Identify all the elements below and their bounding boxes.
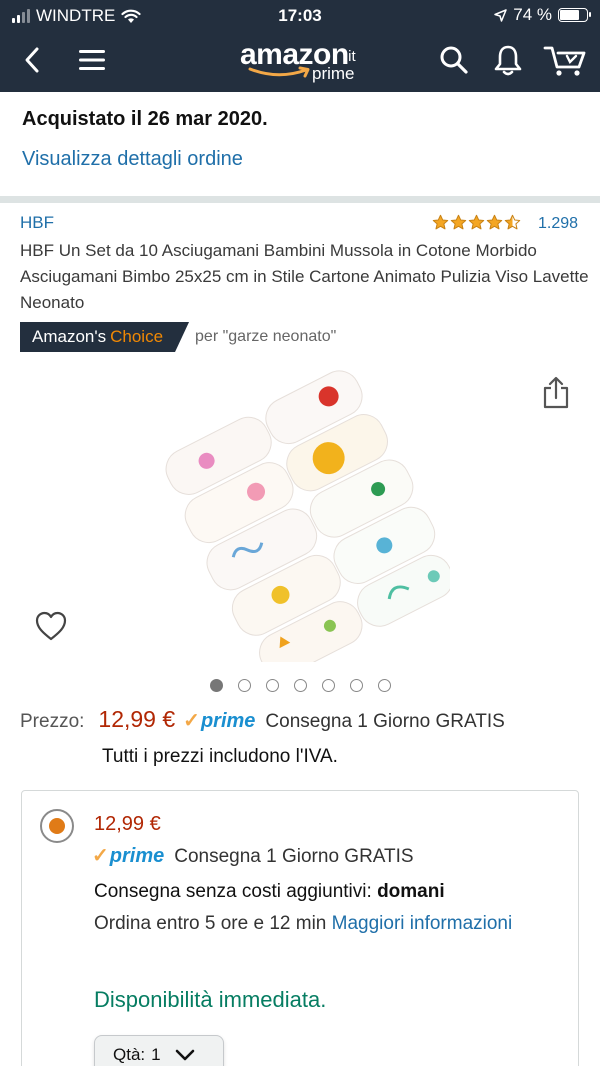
carrier-name: WINDTRE (36, 6, 116, 25)
offer-price: 12,99 € (94, 813, 161, 835)
prime-label: prime (109, 845, 165, 867)
status-bar: WINDTRE 17:03 74 % (0, 0, 600, 30)
towel-set-image (165, 370, 454, 677)
smile-arrow-icon (248, 66, 310, 78)
more-info-link[interactable]: Maggiori informazioni (332, 913, 513, 934)
battery-fill (560, 10, 580, 20)
buy-box: 12,99 € ✓ prime Consegna 1 Giorno GRATIS … (21, 790, 579, 1066)
pagination-dot[interactable] (294, 679, 307, 692)
product-image[interactable] (150, 362, 454, 677)
pagination-dot[interactable] (350, 679, 363, 692)
free-delivery-day: domani (377, 881, 445, 902)
purchase-date: Acquistato il 26 mar 2020. (22, 108, 268, 130)
wishlist-button[interactable] (34, 610, 68, 647)
qty-label: Qtà: (113, 1045, 146, 1064)
battery-icon (558, 8, 591, 22)
battery-percent: 74 % (513, 5, 552, 24)
free-delivery-line: Consegna senza costi aggiuntivi: domani (94, 881, 445, 903)
app-header: WINDTRE 17:03 74 % amazon .it prime (0, 0, 600, 92)
prime-check-icon: ✓ (183, 710, 200, 732)
star-icon (486, 214, 503, 230)
share-button[interactable] (540, 376, 572, 415)
price-value: 12,99 € (98, 706, 176, 732)
order-details-link[interactable]: Visualizza dettagli ordine (22, 148, 243, 171)
menu-icon (79, 50, 105, 70)
order-info: Acquistato il 26 mar 2020. Visualizza de… (0, 92, 600, 196)
offer-radio[interactable] (40, 809, 74, 843)
price-label: Prezzo: (20, 711, 85, 732)
heart-icon (35, 611, 67, 641)
prime-badge: ✓ prime (183, 708, 255, 733)
image-pagination[interactable] (210, 679, 391, 692)
wifi-icon (121, 9, 141, 23)
free-delivery-prefix: Consegna senza costi aggiuntivi: (94, 881, 372, 902)
qty-value: 1 (151, 1045, 161, 1064)
logo-prime: prime (312, 64, 355, 83)
price-row: Prezzo: 12,99 € ✓ prime Consegna 1 Giorno… (20, 706, 505, 733)
chevron-down-icon (175, 1049, 194, 1061)
location-icon (494, 8, 507, 22)
pagination-dot[interactable] (210, 679, 223, 692)
star-icon (504, 214, 521, 230)
order-within-line: Ordina entro 5 ore e 12 min Maggiori inf… (94, 910, 514, 938)
logo-tld: .it (344, 48, 356, 65)
back-button[interactable] (12, 40, 52, 80)
vat-note: Tutti i prezzi includono l'IVA. (102, 746, 338, 767)
pagination-dot[interactable] (238, 679, 251, 692)
delivery-info: Consegna 1 Giorno GRATIS (265, 711, 505, 732)
bell-icon (494, 45, 522, 76)
amazons-choice: Amazon's Choice per "garze neonato" (20, 322, 336, 352)
review-count[interactable]: 1.298 (538, 215, 578, 233)
carrier-info: WINDTRE (12, 6, 141, 26)
product-title: HBF Un Set da 10 Asciugamani Bambini Mus… (20, 241, 589, 312)
notifications-button[interactable] (488, 40, 528, 80)
menu-button[interactable] (72, 40, 112, 80)
prime-label: prime (200, 710, 256, 732)
offer-delivery: Consegna 1 Giorno GRATIS (174, 846, 414, 867)
order-within: Ordina entro 5 ore e 12 min (94, 913, 327, 934)
amazon-prime-logo[interactable]: amazon .it prime (236, 36, 366, 86)
share-icon (543, 376, 569, 409)
quantity-select[interactable]: Qtà: 1 (94, 1035, 224, 1066)
amazons-choice-badge[interactable]: Amazon's Choice (20, 322, 189, 352)
search-icon (440, 46, 468, 74)
pagination-dot[interactable] (266, 679, 279, 692)
signal-icon (12, 9, 30, 23)
brand-link[interactable]: HBF (20, 213, 54, 233)
offer-prime-row: ✓ prime Consegna 1 Giorno GRATIS (92, 843, 414, 868)
prime-badge: ✓ prime (92, 843, 164, 868)
status-right: 74 % (494, 5, 591, 25)
cart-icon (543, 46, 586, 76)
choice-query: per "garze neonato" (195, 328, 337, 345)
search-button[interactable] (434, 40, 474, 80)
choice-word: Choice (110, 327, 164, 346)
prime-check-icon: ✓ (92, 845, 109, 867)
star-icon (450, 214, 467, 230)
nav-bar: amazon .it prime (0, 30, 600, 92)
radio-selected-dot (49, 818, 65, 834)
pagination-dot[interactable] (322, 679, 335, 692)
star-rating[interactable] (432, 214, 521, 231)
availability-status: Disponibilità immediata. (94, 987, 327, 1012)
cart-button[interactable] (540, 40, 590, 80)
section-divider (0, 196, 600, 203)
back-icon (25, 47, 39, 73)
choice-prefix: Amazon's (32, 327, 107, 346)
star-icon (432, 214, 449, 230)
star-icon (468, 214, 485, 230)
pagination-dot[interactable] (378, 679, 391, 692)
